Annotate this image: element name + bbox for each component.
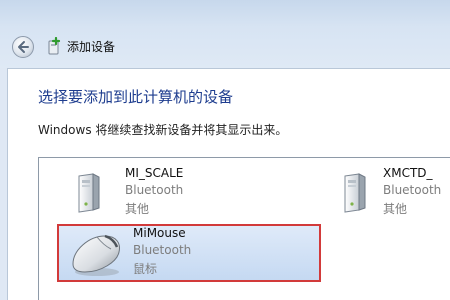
device-item-mi-scale[interactable]: MI_SCALE Bluetooth 其他: [69, 166, 229, 220]
window-chrome: 添加设备: [0, 0, 450, 68]
device-protocol: Bluetooth: [383, 183, 442, 197]
search-status-text: Windows 将继续查找新设备并将其显示出来。: [38, 123, 288, 137]
tower-icon: [344, 173, 366, 213]
add-device-icon: [48, 37, 61, 55]
back-button[interactable]: [12, 36, 34, 58]
device-protocol: Bluetooth: [125, 183, 184, 197]
device-category: 鼠标: [133, 262, 158, 276]
device-category: 其他: [125, 202, 150, 216]
device-list: MI_SCALE Bluetooth 其他 XMCTD_ Bluetooth 其…: [38, 157, 450, 300]
device-protocol: Bluetooth: [133, 243, 192, 257]
tower-icon: [78, 173, 100, 213]
device-item-xmctd[interactable]: XMCTD_ Bluetooth 其他: [335, 166, 450, 220]
content-panel: 选择要添加到此计算机的设备 Windows 将继续查找新设备并将其显示出来。 M…: [7, 68, 450, 300]
mouse-icon: [72, 234, 120, 276]
page-heading: 选择要添加到此计算机的设备: [38, 88, 234, 106]
device-name: MiMouse: [133, 226, 186, 240]
device-item-mimouse[interactable]: MiMouse Bluetooth 鼠标: [57, 224, 321, 282]
device-name: MI_SCALE: [125, 166, 184, 180]
device-category: 其他: [383, 202, 408, 216]
window-title: 添加设备: [67, 40, 116, 54]
device-name: XMCTD_: [383, 166, 433, 180]
back-arrow-icon: [18, 41, 29, 53]
